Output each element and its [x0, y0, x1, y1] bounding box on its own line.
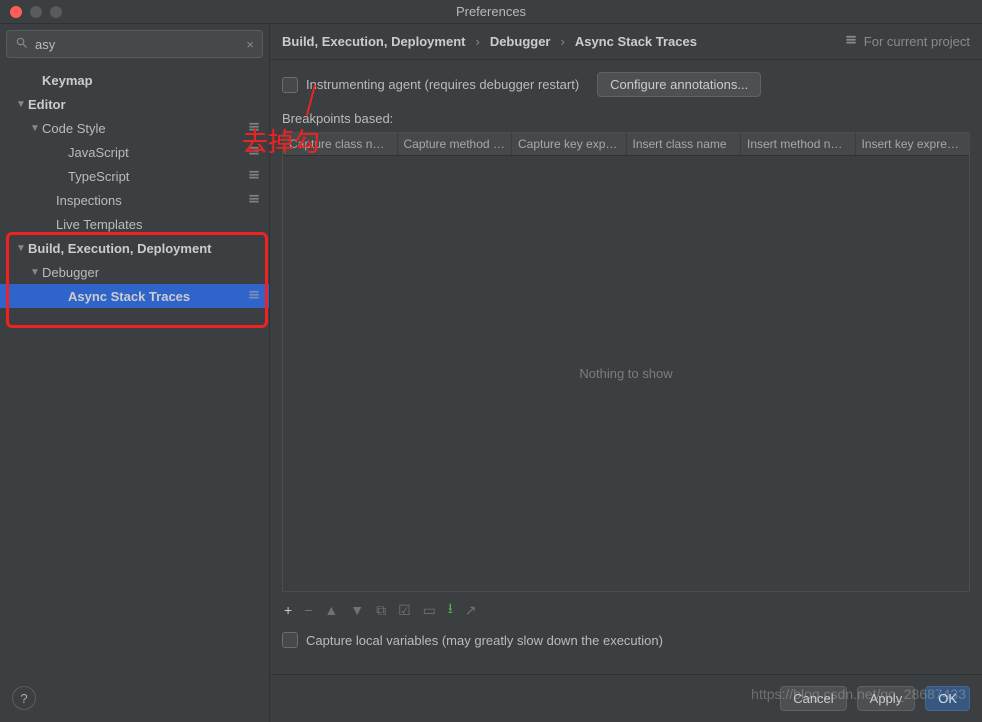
zoom-window-button[interactable]	[50, 6, 62, 18]
search-text: asy	[35, 37, 246, 52]
tree-item-label: Async Stack Traces	[68, 289, 243, 304]
add-icon[interactable]: +	[284, 602, 292, 618]
settings-search[interactable]: asy ×	[6, 30, 263, 58]
window-title: Preferences	[456, 4, 526, 19]
tree-item-label: Live Templates	[56, 217, 261, 232]
project-scope-icon	[243, 144, 261, 161]
tree-arrow-icon: ▼	[28, 267, 42, 278]
project-scope-icon	[243, 120, 261, 137]
tree-item-javascript[interactable]: JavaScript	[0, 140, 269, 164]
column-header[interactable]: Insert class name	[627, 133, 742, 155]
column-header[interactable]: Capture key expre...	[512, 133, 627, 155]
export-icon[interactable]: ↗	[465, 602, 477, 619]
capture-local-variables-checkbox[interactable]	[282, 632, 298, 648]
breadcrumb: Build, Execution, Deployment › Debugger …	[270, 24, 982, 60]
column-header[interactable]: Capture class name	[283, 133, 398, 155]
ok-button[interactable]: OK	[925, 686, 970, 711]
table-empty-text: Nothing to show	[283, 156, 969, 591]
breakpoints-table: Capture class nameCapture method n...Cap…	[282, 132, 970, 592]
column-header[interactable]: Capture method n...	[398, 133, 513, 155]
check-icon[interactable]: ☑	[398, 602, 411, 619]
breakpoints-based-label: Breakpoints based:	[282, 111, 970, 126]
apply-button[interactable]: Apply	[857, 686, 916, 711]
up-icon[interactable]: ▲	[324, 602, 338, 618]
tree-item-label: Code Style	[42, 121, 243, 136]
tree-item-label: JavaScript	[68, 145, 243, 160]
tree-item-live-templates[interactable]: Live Templates	[0, 212, 269, 236]
tree-item-label: TypeScript	[68, 169, 243, 184]
tree-item-debugger[interactable]: ▼Debugger	[0, 260, 269, 284]
cancel-button[interactable]: Cancel	[780, 686, 846, 711]
tree-item-label: Keymap	[42, 73, 261, 88]
titlebar: Preferences	[0, 0, 982, 24]
tree-item-async-stack-traces[interactable]: Async Stack Traces	[0, 284, 269, 308]
search-icon	[15, 36, 35, 53]
tree-arrow-icon: ▼	[28, 123, 42, 134]
project-scope-icon	[243, 288, 261, 305]
settings-tree: Keymap▼Editor▼Code StyleJavaScriptTypeSc…	[0, 64, 269, 722]
minimize-window-button[interactable]	[30, 6, 42, 18]
import-icon[interactable]: ⭳	[448, 598, 453, 622]
copy-icon[interactable]: ⧉	[376, 602, 386, 619]
tree-item-code-style[interactable]: ▼Code Style	[0, 116, 269, 140]
help-button[interactable]: ?	[12, 686, 36, 710]
clear-search-icon[interactable]: ×	[246, 37, 254, 52]
configure-annotations-button[interactable]: Configure annotations...	[597, 72, 761, 97]
table-toolbar: + − ▲ ▼ ⧉ ☑ ▭ ⭳ ↗	[282, 592, 970, 628]
instrumenting-agent-label: Instrumenting agent (requires debugger r…	[306, 77, 579, 92]
tree-item-label: Build, Execution, Deployment	[28, 241, 261, 256]
column-header[interactable]: Insert method name	[741, 133, 856, 155]
tree-item-inspections[interactable]: Inspections	[0, 188, 269, 212]
chevron-right-icon: ›	[560, 34, 564, 49]
project-scope-icon	[243, 192, 261, 209]
instrumenting-agent-checkbox[interactable]	[282, 77, 298, 93]
project-scope-icon	[243, 168, 261, 185]
tree-item-keymap[interactable]: Keymap	[0, 68, 269, 92]
tree-item-build-execution-deployment[interactable]: ▼Build, Execution, Deployment	[0, 236, 269, 260]
close-window-button[interactable]	[10, 6, 22, 18]
capture-local-variables-label: Capture local variables (may greatly slo…	[306, 633, 663, 648]
tree-arrow-icon: ▼	[14, 243, 28, 254]
settings-sidebar: asy × Keymap▼Editor▼Code StyleJavaScript…	[0, 24, 270, 722]
tree-item-label: Inspections	[56, 193, 243, 208]
tree-item-label: Debugger	[42, 265, 261, 280]
remove-icon[interactable]: −	[304, 602, 312, 618]
dialog-footer: Cancel Apply OK	[270, 674, 982, 722]
column-header[interactable]: Insert key expressi...	[856, 133, 970, 155]
chevron-right-icon: ›	[475, 34, 479, 49]
tree-arrow-icon: ▼	[14, 99, 28, 110]
crumb-0[interactable]: Build, Execution, Deployment	[282, 34, 465, 49]
down-icon[interactable]: ▼	[350, 602, 364, 618]
tree-item-typescript[interactable]: TypeScript	[0, 164, 269, 188]
stack-icon	[844, 33, 858, 50]
paste-icon[interactable]: ▭	[423, 602, 436, 619]
for-current-project-label: For current project	[864, 34, 970, 49]
crumb-2: Async Stack Traces	[575, 34, 697, 49]
tree-item-label: Editor	[28, 97, 261, 112]
crumb-1[interactable]: Debugger	[490, 34, 551, 49]
tree-item-editor[interactable]: ▼Editor	[0, 92, 269, 116]
